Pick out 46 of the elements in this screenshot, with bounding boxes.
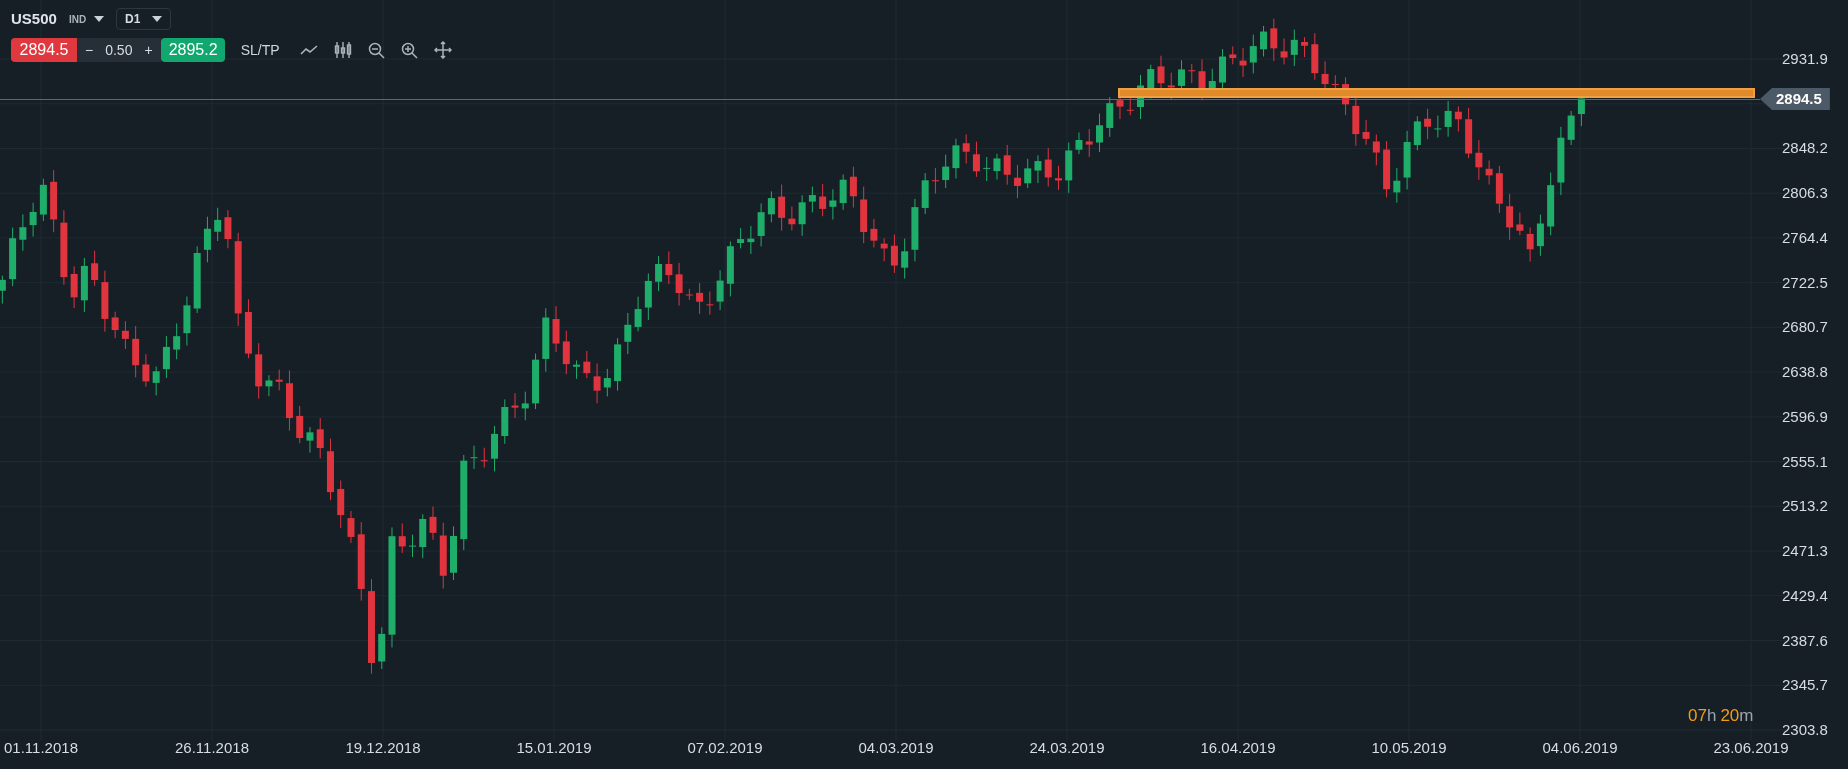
candles-icon[interactable]: [333, 41, 352, 59]
spread-value: 0.50: [105, 40, 133, 60]
date-tick-label: 04.06.2019: [1542, 738, 1618, 758]
line-chart-icon[interactable]: [299, 44, 318, 56]
price-tick-label: 2513.2: [1782, 497, 1828, 516]
price-tick-label: 2931.9: [1782, 50, 1828, 68]
countdown-hours: 07: [1688, 705, 1707, 727]
price-tick-label: 2680.7: [1782, 318, 1828, 337]
date-tick-label: 07.02.2019: [687, 738, 763, 758]
caret-icon: [94, 16, 105, 22]
price-tick-label: 2596.9: [1782, 407, 1828, 426]
timeframe-dropdown[interactable]: D1: [116, 8, 172, 30]
date-tick-label: 19.12.2018: [345, 738, 421, 758]
price-tick-label: 2722.5: [1782, 273, 1828, 292]
date-tick-label: 16.04.2019: [1200, 738, 1276, 758]
date-tick-label: 23.06.2019: [1713, 738, 1789, 758]
price-tick-label: 2764.4: [1782, 228, 1828, 247]
caret-icon: [152, 16, 163, 22]
price-tick-label: 2345.7: [1782, 676, 1828, 695]
date-tick-label: 26.11.2018: [175, 738, 249, 758]
countdown-minutes: 20: [1720, 705, 1740, 727]
current-price-label: 2894.5: [1760, 87, 1830, 110]
price-tick-label: 2387.6: [1782, 631, 1828, 650]
price-tick-label: 2638.8: [1782, 363, 1828, 382]
countdown-unit: m: [1739, 705, 1754, 727]
sl-tp-button[interactable]: SL/TP: [240, 39, 280, 61]
price-tick-label: 2471.3: [1782, 542, 1828, 561]
move-icon[interactable]: [433, 41, 452, 59]
price-tick-label: 2429.4: [1782, 586, 1828, 605]
date-tick-label: 04.03.2019: [858, 738, 934, 758]
price-tick-label: 2848.2: [1782, 139, 1828, 158]
price-tick-label: 2555.1: [1782, 452, 1828, 471]
symbol-name: US500: [11, 8, 57, 29]
zoom-in-icon[interactable]: [400, 41, 418, 59]
date-tick-label: 24.03.2019: [1029, 738, 1105, 758]
date-tick-label: 15.01.2019: [516, 738, 592, 758]
zoom-out-icon[interactable]: [367, 41, 385, 59]
countdown-unit: h: [1706, 705, 1717, 727]
price-tick-label: 2806.3: [1782, 184, 1828, 203]
symbol-type-dropdown[interactable]: IND: [68, 11, 105, 27]
date-tick-label: 10.05.2019: [1371, 738, 1447, 758]
price-tick-label: 2303.8: [1782, 721, 1828, 739]
increase-button[interactable]: +: [144, 39, 153, 61]
bid-price-button[interactable]: 2894.5: [11, 38, 77, 62]
decrease-button[interactable]: −: [85, 39, 94, 61]
date-tick-label: 01.11.2018: [4, 738, 78, 758]
